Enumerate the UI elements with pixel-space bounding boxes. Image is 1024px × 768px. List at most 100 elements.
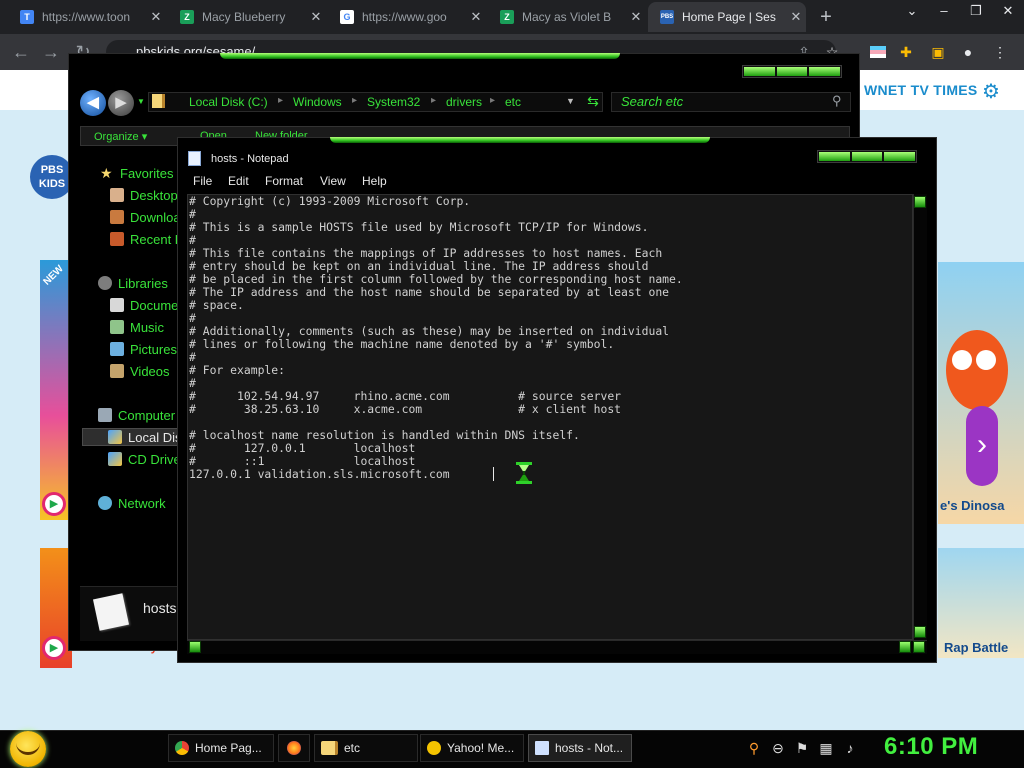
scroll-up-button[interactable] — [914, 196, 926, 208]
menu-format[interactable]: Format — [265, 174, 303, 188]
close-icon[interactable]: ✕ — [146, 9, 166, 25]
restore-button[interactable]: ❐ — [960, 0, 992, 24]
profile-avatar-icon[interactable]: ● — [958, 42, 978, 62]
gear-icon[interactable]: ⚙ — [982, 79, 1000, 104]
breadcrumb-item[interactable]: drivers — [446, 95, 482, 109]
carousel-next-button[interactable]: › — [966, 406, 998, 486]
reading-list-icon[interactable]: ▣ — [928, 42, 948, 62]
forward-arrow-icon[interactable]: ▶ — [108, 90, 134, 116]
forward-button[interactable]: → — [40, 42, 62, 62]
tab-search-icon[interactable]: ⌄ — [896, 0, 928, 24]
close-window-button[interactable]: ✕ — [992, 0, 1024, 24]
nav-item-favorites[interactable]: ★ Favorites — [100, 163, 173, 183]
taskbar-item[interactable]: Yahoo! Me... — [420, 734, 524, 762]
browser-tab[interactable]: T https://www.toon ✕ — [8, 2, 166, 32]
scroll-left-button[interactable] — [189, 641, 201, 653]
chrome-icon — [175, 741, 189, 755]
history-dropdown-icon[interactable]: ▼ — [137, 97, 145, 106]
title-glow — [330, 137, 710, 143]
close-icon[interactable]: ✕ — [786, 9, 806, 25]
taskbar-item[interactable]: Home Pag... — [168, 734, 274, 762]
back-arrow-icon[interactable]: ◀ — [80, 90, 106, 116]
close-icon[interactable]: ✕ — [306, 9, 326, 25]
more-menu-icon[interactable]: ⋮ — [990, 42, 1010, 62]
computer-icon — [98, 408, 112, 422]
star-icon: ★ — [100, 165, 113, 181]
network-icon — [98, 496, 112, 510]
volume-mixer-icon[interactable]: ⊖ — [770, 740, 786, 756]
action-center-icon[interactable]: ⚑ — [794, 740, 810, 756]
flag-extension-icon[interactable] — [868, 42, 888, 62]
nav-item-network[interactable]: Network — [98, 493, 166, 513]
breadcrumb-item[interactable]: Local Disk (C:) — [189, 95, 268, 109]
address-dropdown-icon[interactable]: ▼ — [566, 96, 575, 106]
browser-tab[interactable]: G https://www.goo ✕ — [328, 2, 486, 32]
taskbar-item-active[interactable]: hosts - Not... — [528, 734, 632, 762]
menu-edit[interactable]: Edit — [228, 174, 249, 188]
nav-item-computer[interactable]: Computer — [98, 405, 175, 425]
breadcrumb-separator-icon[interactable]: ▸ — [278, 95, 283, 106]
resize-grip[interactable] — [913, 641, 925, 653]
breadcrumb-item[interactable]: Windows — [293, 95, 342, 109]
details-file-name: hosts — [143, 600, 177, 616]
taskbar-item[interactable] — [278, 734, 310, 762]
extensions-icon[interactable]: ✚ — [896, 42, 916, 62]
browser-tab-active[interactable]: PBS Home Page | Ses ✕ — [648, 2, 806, 32]
browser-tab[interactable]: Z Macy Blueberry ✕ — [168, 2, 326, 32]
play-icon[interactable]: ▶ — [42, 636, 66, 660]
close-icon[interactable]: ✕ — [466, 9, 486, 25]
menu-view[interactable]: View — [320, 174, 346, 188]
nav-item-libraries[interactable]: Libraries — [98, 273, 168, 293]
new-tab-button[interactable]: + — [815, 6, 837, 28]
browser-tab[interactable]: Z Macy as Violet B ✕ — [488, 2, 646, 32]
organize-button[interactable]: Organize ▾ — [94, 130, 147, 143]
taskbar-item-label: Yahoo! Me... — [447, 741, 515, 755]
text-line: # lines or following the machine name de… — [189, 337, 615, 351]
explorer-search-input[interactable]: Search etc — [611, 92, 851, 112]
tab-title: Macy as Violet B — [522, 10, 612, 24]
back-button[interactable]: ← — [10, 42, 32, 62]
promo-title[interactable]: Rap Battle — [944, 640, 1008, 655]
nav-item-pictures[interactable]: Pictures — [110, 339, 177, 359]
menu-help[interactable]: Help — [362, 174, 387, 188]
menu-file[interactable]: File — [193, 174, 212, 188]
hosts-file-content[interactable]: # Copyright (c) 1993-2009 Microsoft Corp… — [189, 195, 909, 481]
search-icon[interactable]: ⚲ — [832, 93, 842, 109]
refresh-icon[interactable]: ⇆ — [584, 93, 602, 110]
nav-item-desktop[interactable]: Desktop — [110, 185, 178, 205]
promo-title[interactable]: e's Dinosa — [940, 498, 1005, 513]
taskbar-item[interactable]: etc — [314, 734, 418, 762]
breadcrumb-item[interactable]: etc — [505, 95, 521, 109]
breadcrumb-separator-icon[interactable]: ▸ — [431, 95, 436, 106]
recent-icon — [110, 232, 124, 246]
play-icon[interactable]: ▶ — [42, 492, 66, 516]
window-caption-buttons[interactable] — [742, 65, 842, 78]
network-tray-icon[interactable]: ▦ — [818, 740, 834, 756]
minimize-button[interactable]: – — [928, 0, 960, 24]
breadcrumb-separator-icon[interactable]: ▸ — [490, 95, 495, 106]
nav-item-music[interactable]: Music — [110, 317, 164, 337]
speaker-icon[interactable]: ♪ — [842, 740, 858, 756]
search-icon[interactable]: ⚲ — [746, 740, 762, 756]
tab-favicon-icon: PBS — [660, 10, 674, 24]
vertical-scrollbar[interactable] — [913, 194, 927, 640]
nav-item-cd-drive[interactable]: CD Drive — [108, 449, 181, 469]
text-line: # The IP address and the host name shoul… — [189, 285, 670, 299]
site-nav-link[interactable]: WNET TV TIMES — [864, 82, 978, 98]
scroll-right-button[interactable] — [899, 641, 911, 653]
scroll-down-button[interactable] — [914, 626, 926, 638]
window-caption-buttons[interactable] — [817, 150, 917, 163]
close-icon[interactable]: ✕ — [626, 9, 646, 25]
window-title: hosts - Notepad — [211, 153, 289, 165]
breadcrumb-item[interactable]: System32 — [367, 95, 420, 109]
nav-item-label: Videos — [130, 363, 170, 379]
breadcrumb-separator-icon[interactable]: ▸ — [352, 95, 357, 106]
tab-favicon-icon: Z — [500, 10, 514, 24]
horizontal-scrollbar[interactable] — [187, 640, 927, 654]
nav-item-videos[interactable]: Videos — [110, 361, 170, 381]
taskbar-clock[interactable]: 6:10 PM — [884, 733, 978, 761]
documents-icon — [110, 298, 124, 312]
nav-item-label: CD Drive — [128, 451, 181, 467]
text-line: # space. — [189, 298, 244, 312]
tab-title: https://www.goo — [362, 10, 447, 24]
